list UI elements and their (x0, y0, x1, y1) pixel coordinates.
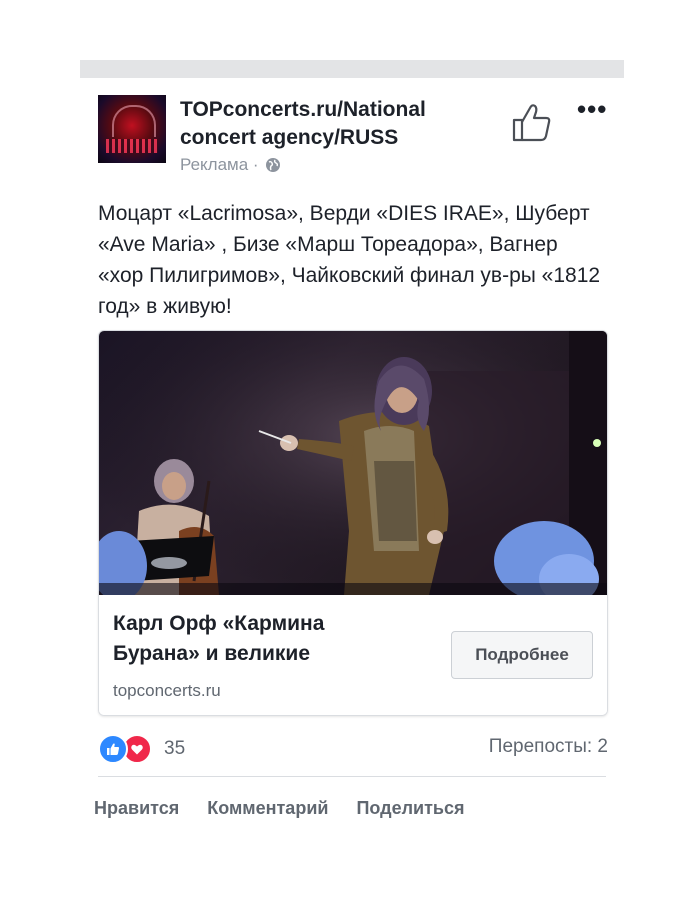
sponsored-label: Реклама · (180, 155, 259, 174)
link-title[interactable]: Карл Орф «Кармина Бурана» и великие (113, 609, 413, 669)
like-reaction-icon (98, 734, 128, 764)
feed-separator (80, 60, 624, 78)
actions-divider (98, 776, 606, 777)
thumbs-up-icon[interactable] (510, 100, 554, 144)
page-avatar[interactable] (98, 95, 166, 163)
avatar-stage-lights (106, 139, 158, 153)
comment-button[interactable]: Комментарий (207, 798, 328, 819)
more-options-icon[interactable]: ••• (577, 96, 607, 122)
conductor-photo (99, 331, 607, 595)
sponsored-label-row: Реклама · (180, 155, 281, 175)
post-actions: Нравится Комментарий Поделиться (94, 798, 464, 819)
share-button[interactable]: Поделиться (356, 798, 464, 819)
link-preview-footer: Карл Орф «Кармина Бурана» и великие topc… (99, 595, 607, 715)
shares-count[interactable]: Перепосты: 2 (489, 736, 608, 758)
like-button[interactable]: Нравится (94, 798, 179, 819)
post-text: Моцарт «Lacrimosa», Верди «DIES IRAE», Ш… (98, 202, 601, 318)
page-name-link[interactable]: TOPconcerts.ru/National concert agency/R… (180, 96, 490, 152)
learn-more-button[interactable]: Подробнее (451, 631, 593, 679)
link-preview[interactable]: Карл Орф «Кармина Бурана» и великие topc… (98, 330, 608, 716)
link-preview-image[interactable] (99, 331, 607, 595)
reactions-summary[interactable]: 35 (98, 734, 185, 764)
reaction-count: 35 (164, 738, 186, 759)
globe-icon (265, 158, 280, 172)
avatar-stage-arch (112, 105, 156, 137)
link-domain: topconcerts.ru (113, 681, 221, 700)
